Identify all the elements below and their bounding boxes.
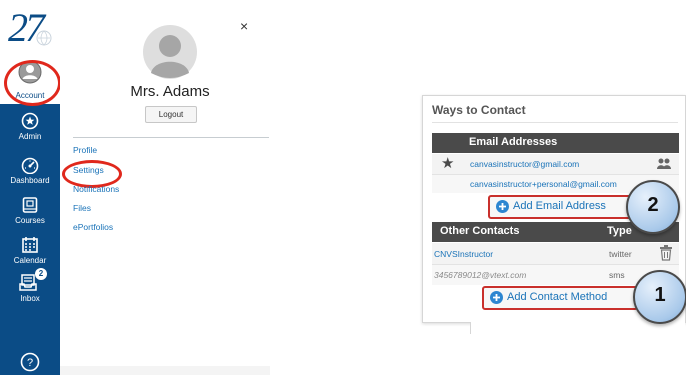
contact-value: 3456789012@vtext.com <box>434 270 527 280</box>
type-header-text: Type <box>607 225 632 237</box>
callout-1: 1 <box>633 270 686 324</box>
tray-footer <box>60 366 270 375</box>
courses-book-icon <box>22 197 38 213</box>
account-highlight-circle <box>4 60 61 106</box>
callout-2-number: 2 <box>647 194 659 216</box>
svg-text:?: ? <box>27 357 33 369</box>
nav-label-calendar: Calendar <box>13 256 47 265</box>
email-link[interactable]: canvasinstructor@gmail.com <box>470 159 579 169</box>
user-name: Mrs. Adams <box>130 83 210 100</box>
tray-link-profile[interactable]: Profile <box>73 145 97 155</box>
inbox-badge: 2 <box>35 268 47 280</box>
dashboard-gauge-icon <box>21 157 39 174</box>
other-contacts-header-text: Other Contacts <box>440 225 520 237</box>
plus-circle-icon <box>496 200 509 213</box>
tray-divider <box>73 137 269 138</box>
email-addresses-header: Email Addresses <box>432 133 679 153</box>
nav-label-inbox: Inbox <box>20 294 40 303</box>
nav-item-admin[interactable]: Admin <box>0 112 60 141</box>
question-circle-icon: ? <box>20 352 40 372</box>
callout-1-number: 1 <box>654 284 666 306</box>
shield-star-icon <box>21 112 39 130</box>
nav-item-courses[interactable]: Courses <box>0 196 60 225</box>
logo[interactable]: 27 <box>4 4 56 50</box>
title-rule <box>432 122 678 123</box>
plus-circle-icon <box>490 291 503 304</box>
nav-item-dashboard[interactable]: Dashboard <box>0 156 60 185</box>
email-row: ★ canvasinstructor@gmail.com <box>432 154 679 175</box>
calendar-icon <box>22 237 38 253</box>
tray-link-notifications[interactable]: Notifications <box>73 184 119 194</box>
contact-type: twitter <box>609 249 632 259</box>
add-contact-method-button[interactable]: Add Contact Method <box>482 286 638 310</box>
tray-link-files[interactable]: Files <box>73 203 91 213</box>
contact-row: CNVSInstructor twitter <box>432 243 679 265</box>
globe-icon <box>36 30 52 46</box>
add-contact-method-label: Add Contact Method <box>507 291 608 303</box>
contact-type: sms <box>609 270 625 280</box>
email-link[interactable]: canvasinstructor+personal@gmail.com <box>470 179 617 189</box>
add-email-address-label: Add Email Address <box>513 200 606 212</box>
ways-to-contact-title: Ways to Contact <box>432 103 526 117</box>
close-tray-button[interactable]: × <box>240 18 248 34</box>
tray-link-eportfolios[interactable]: ePortfolios <box>73 222 113 232</box>
nav-label-courses: Courses <box>15 216 45 225</box>
nav-item-calendar[interactable]: Calendar <box>0 236 60 265</box>
people-icon[interactable] <box>656 157 672 171</box>
user-avatar-icon <box>143 25 197 79</box>
default-star-icon: ★ <box>441 155 455 172</box>
trash-icon[interactable] <box>659 245 673 261</box>
callout-2: 2 <box>626 180 680 234</box>
nav-label-dashboard: Dashboard <box>10 176 50 185</box>
nav-item-inbox[interactable]: 2 Inbox <box>0 268 60 303</box>
panel-bottom-strip <box>470 322 685 334</box>
email-addresses-header-text: Email Addresses <box>469 136 558 148</box>
contact-value[interactable]: CNVSInstructor <box>434 249 493 259</box>
nav-item-help[interactable]: ? <box>0 352 60 372</box>
add-email-address-button[interactable]: Add Email Address <box>488 195 632 219</box>
logout-button[interactable]: Logout <box>145 106 197 123</box>
nav-label-admin: Admin <box>18 132 42 141</box>
